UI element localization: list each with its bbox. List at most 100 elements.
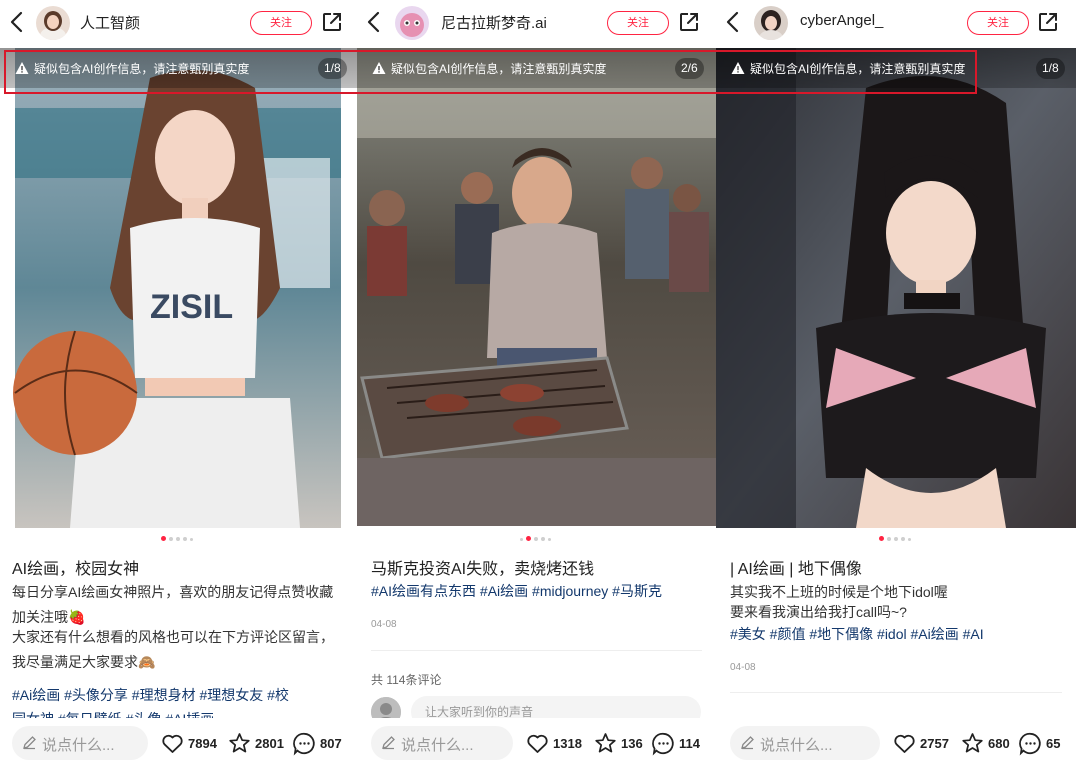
post-date: 04-08 [371,619,397,630]
post-image[interactable]: 疑似包含AI创作信息，请注意甄别真实度 2/6 [357,48,716,526]
follow-button[interactable]: 关注 [967,11,1029,35]
bottom-action-bar: 说点什么... 1318 136 114 [357,718,716,766]
collect-button[interactable]: 680 [960,730,1010,756]
carousel-dot [176,537,180,541]
pen-icon [23,736,36,750]
post-title: 马斯克投资AI失败，卖烧烤还钱 [371,561,595,578]
post-body-line: 大家还有什么想看的风格也可以在下方评论区留言， [12,629,334,645]
post-header: 尼古拉斯梦奇.ai 关注 [357,0,716,46]
pen-icon [741,736,754,750]
like-button[interactable]: 2757 [892,730,949,756]
carousel-dot [534,537,538,541]
comment-input[interactable]: 说点什么... [12,726,148,760]
heart-icon [527,734,548,753]
like-count: 2757 [920,735,949,751]
like-count: 1318 [553,735,582,751]
carousel-dot [908,537,911,541]
author-avatar[interactable] [36,6,70,40]
warning-icon [372,62,386,74]
comment-input[interactable]: 说点什么... [730,726,880,760]
image-counter: 1/8 [318,58,347,79]
ai-warning-text: 疑似包含AI创作信息，请注意甄别真实度 [391,62,607,76]
post-image[interactable]: 疑似包含AI创作信息，请注意甄别真实度 1/8 [716,48,1076,528]
post-tags[interactable]: #AI绘画有点东西 #Ai绘画 #midjourney #马斯克 [371,580,662,602]
comment-button[interactable]: 65 [1018,730,1060,756]
carousel-indicator [879,536,911,542]
carousel-indicator [520,536,551,542]
carousel-dot [169,537,173,541]
like-button[interactable]: 1318 [525,730,582,756]
author-avatar[interactable] [395,6,429,40]
comment-bubble-icon [1019,732,1041,755]
back-icon[interactable] [6,8,28,36]
svg-text:ZISIL: ZISIL [150,288,233,326]
post-header: 人工智颜 关注 [0,0,357,46]
carousel-dot [879,536,884,541]
star-icon [962,732,983,752]
share-icon[interactable] [320,10,344,34]
bottom-action-bar: 说点什么... 2757 680 65 [716,718,1080,766]
post-panel-1: 人工智颜 关注 ZISIL 疑似包含AI创作信息，请注意甄别真实度 1/8 AI… [0,0,357,766]
back-icon[interactable] [363,8,385,36]
like-count: 7894 [188,735,217,751]
follow-button[interactable]: 关注 [250,11,312,35]
image-counter: 2/6 [675,58,704,79]
carousel-indicator [161,536,193,542]
post-body-line: 要来看我演出给我打call吗~? [730,604,907,620]
star-icon [595,732,616,752]
comment-button[interactable]: 807 [292,730,342,756]
like-button[interactable]: 7894 [160,730,217,756]
author-name[interactable]: 人工智颜 [80,12,140,33]
author-avatar[interactable] [754,6,788,40]
post-image[interactable]: ZISIL 疑似包含AI创作信息，请注意甄别真实度 1/8 [0,48,357,528]
carousel-dot [526,536,531,541]
ai-warning-banner: 疑似包含AI创作信息，请注意甄别真实度 [0,48,357,88]
post-panel-3: cyberAngel_ 关注 疑似包含AI创作信息，请注意甄别真实度 1/8 |… [716,0,1080,766]
comment-bubble-icon [293,732,315,755]
post-date: 04-08 [730,662,756,673]
comment-bubble-icon [652,732,674,755]
post-tags[interactable]: #Ai绘画 #头像分享 #理想身材 #理想女友 #校 [12,684,289,706]
comment-count: 114 [679,735,700,751]
back-icon[interactable] [722,8,744,36]
comment-count: 65 [1046,735,1061,751]
carousel-dot [894,537,898,541]
author-name[interactable]: 尼古拉斯梦奇.ai [441,12,547,33]
post-title: | AI绘画 | 地下偶像 [730,561,862,578]
divider [371,650,702,651]
collect-button[interactable]: 136 [593,730,643,756]
share-icon[interactable] [1036,10,1060,34]
pen-icon [382,736,395,750]
collect-button[interactable]: 2801 [227,730,284,756]
post-body-line: 我尽量满足大家要求🙈 [12,654,156,670]
comment-placeholder: 说点什么... [42,737,115,754]
comment-placeholder: 说点什么... [401,737,474,754]
star-icon [229,732,250,752]
comment-input[interactable]: 说点什么... [371,726,513,760]
heart-icon [162,734,183,753]
ai-warning-banner: 疑似包含AI创作信息，请注意甄别真实度 [357,48,716,88]
warning-icon [15,62,29,74]
post-tags[interactable]: #美女 #颜值 #地下偶像 #idol #Ai绘画 #AI [730,623,984,645]
ai-warning-banner: 疑似包含AI创作信息，请注意甄别真实度 [716,48,1076,88]
comment-count-label: 共 114条评论 [371,673,442,687]
carousel-dot [548,537,551,541]
ai-warning-text: 疑似包含AI创作信息，请注意甄别真实度 [750,62,966,76]
carousel-dot [520,537,523,541]
comment-placeholder: 说点什么... [760,737,833,754]
post-body-line: 每日分享AI绘画女神照片，喜欢的朋友记得点赞收藏 [12,584,334,600]
comment-button[interactable]: 114 [651,730,700,756]
post-title: AI绘画，校园女神 [12,561,140,578]
author-name[interactable]: cyberAngel_ [800,12,883,29]
carousel-dot [161,536,166,541]
carousel-dot [183,537,187,541]
collect-count: 2801 [255,735,284,751]
share-icon[interactable] [677,10,701,34]
carousel-dot [901,537,905,541]
follow-button[interactable]: 关注 [607,11,669,35]
collect-count: 136 [621,735,643,751]
heart-icon [894,734,915,753]
carousel-dot [541,537,545,541]
collect-count: 680 [988,735,1010,751]
post-header: cyberAngel_ 关注 [716,0,1080,46]
